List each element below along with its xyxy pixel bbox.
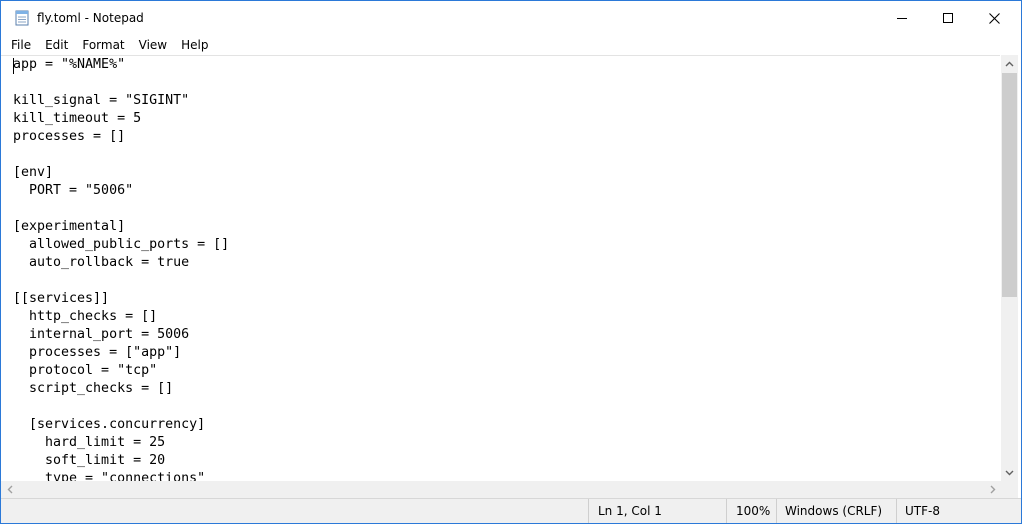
status-encoding-text: UTF-8 [905, 504, 940, 518]
scroll-left-button[interactable] [1, 481, 18, 498]
editor-line: [services.concurrency] [13, 417, 206, 432]
notepad-icon[interactable] [15, 10, 29, 26]
close-button[interactable] [971, 1, 1017, 35]
notepad-window: fly.toml - Notepad File Edit Format View… [0, 0, 1022, 524]
editor-line: processes = ["app"] [13, 345, 182, 360]
editor-line: kill_signal = "SIGINT" [13, 93, 190, 108]
editor-line: [experimental] [13, 219, 126, 234]
editor-line: protocol = "tcp" [13, 363, 158, 378]
menu-bar: File Edit Format View Help [1, 35, 1021, 55]
close-icon [988, 12, 1000, 24]
menu-view[interactable]: View [134, 35, 172, 55]
text-editor[interactable]: app = "%NAME%" kill_signal = "SIGINT" kill… [1, 55, 1000, 482]
editor-line: PORT = "5006" [13, 183, 134, 198]
status-line-ending-text: Windows (CRLF) [785, 504, 883, 518]
scroll-down-button[interactable] [1001, 464, 1018, 481]
title-bar[interactable]: fly.toml - Notepad [1, 1, 1021, 35]
editor-line: app = "%NAME%" [13, 57, 126, 72]
horizontal-scrollbar[interactable] [1, 481, 1001, 498]
status-position-text: Ln 1, Col 1 [598, 504, 662, 518]
editor-line: auto_rollback = true [13, 255, 190, 270]
editor-line: hard_limit = 25 [13, 435, 166, 450]
status-zoom-text: 100% [736, 504, 771, 518]
minimize-button[interactable] [879, 1, 925, 35]
editor-line: processes = [] [13, 129, 126, 144]
status-line-ending: Windows (CRLF) [776, 499, 896, 523]
status-encoding: UTF-8 [896, 499, 1021, 523]
menu-file[interactable]: File [6, 35, 36, 55]
scroll-up-button[interactable] [1001, 55, 1018, 72]
editor-line: script_checks = [] [13, 381, 174, 396]
chevron-right-icon [990, 485, 995, 494]
menu-help[interactable]: Help [176, 35, 213, 55]
editor-line: http_checks = [] [13, 309, 158, 324]
editor-line: allowed_public_ports = [] [13, 237, 230, 252]
minimize-icon [897, 18, 907, 19]
status-position: Ln 1, Col 1 [588, 499, 726, 523]
scrollbar-corner [1001, 481, 1018, 498]
vertical-scroll-thumb[interactable] [1002, 73, 1017, 297]
editor-line: kill_timeout = 5 [13, 111, 142, 126]
chevron-up-icon [1005, 61, 1014, 66]
menu-edit[interactable]: Edit [40, 35, 73, 55]
scroll-right-button[interactable] [984, 481, 1001, 498]
status-bar: Ln 1, Col 1 100% Windows (CRLF) UTF-8 [1, 498, 1021, 523]
editor-line: soft_limit = 20 [13, 453, 166, 468]
vertical-scrollbar[interactable] [1001, 55, 1018, 481]
status-zoom: 100% [726, 499, 776, 523]
editor-line: [env] [13, 165, 54, 180]
menu-format[interactable]: Format [77, 35, 129, 55]
chevron-down-icon [1005, 470, 1014, 475]
maximize-button[interactable] [925, 1, 971, 35]
maximize-icon [943, 13, 953, 23]
window-title: fly.toml - Notepad [37, 11, 144, 25]
editor-line: [[services]] [13, 291, 110, 306]
editor-line: internal_port = 5006 [13, 327, 190, 342]
chevron-left-icon [7, 485, 12, 494]
